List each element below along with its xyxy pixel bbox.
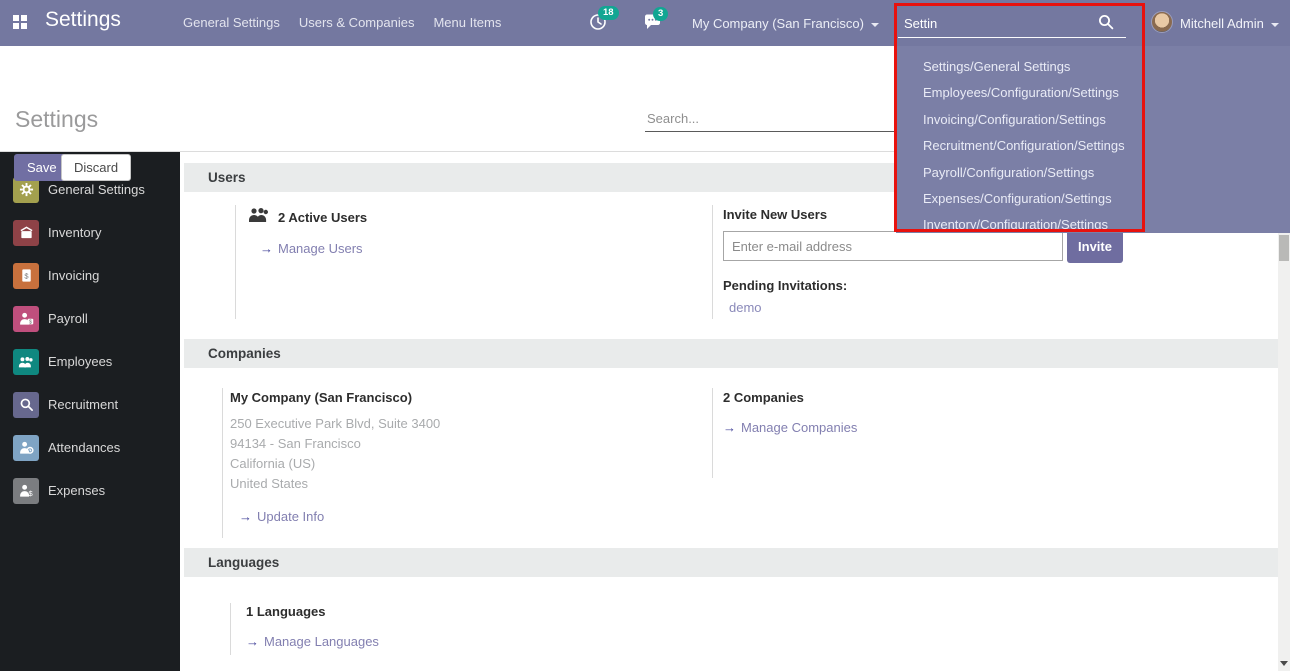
- user-menu[interactable]: Mitchell Admin: [1180, 16, 1279, 31]
- search-result-item[interactable]: Employees/Configuration/Settings: [923, 80, 1290, 106]
- arrow-right-icon: →: [260, 241, 273, 256]
- manage-companies-link[interactable]: → Manage Companies: [723, 420, 1278, 435]
- sidebar-item-payroll[interactable]: $ Payroll: [0, 297, 180, 340]
- menu-general-settings[interactable]: General Settings: [183, 15, 280, 30]
- company-name: My Company (San Francisco): [230, 390, 712, 405]
- sidebar-item-label: Payroll: [48, 311, 88, 326]
- search-result-item[interactable]: Recruitment/Configuration/Settings: [923, 133, 1290, 159]
- attendance-icon: [13, 435, 39, 461]
- magnifier-icon: [13, 392, 39, 418]
- sidebar-item-expenses[interactable]: $ Expenses: [0, 469, 180, 512]
- menu-menu-items[interactable]: Menu Items: [433, 15, 501, 30]
- svg-text:$: $: [28, 489, 33, 498]
- address-line: United States: [230, 474, 712, 494]
- messages-chat-icon[interactable]: 3: [644, 14, 662, 35]
- employees-group-icon: [13, 349, 39, 375]
- navbar-search-input[interactable]: [898, 10, 1126, 38]
- languages-count: 1 Languages: [246, 604, 730, 619]
- sidebar-item-employees[interactable]: Employees: [0, 340, 180, 383]
- search-icon[interactable]: [1098, 14, 1114, 35]
- search-results-dropdown: Settings/General Settings Employees/Conf…: [896, 46, 1290, 233]
- address-line: California (US): [230, 454, 712, 474]
- sidebar-item-label: General Settings: [48, 182, 145, 197]
- manage-languages-label: Manage Languages: [264, 634, 379, 649]
- odoo-settings-screen: Settings General Settings Users & Compan…: [0, 0, 1290, 671]
- sidebar-item-invoicing[interactable]: $ Invoicing: [0, 254, 180, 297]
- user-avatar[interactable]: [1151, 11, 1173, 33]
- invoice-icon: $: [13, 263, 39, 289]
- svg-text:$: $: [29, 319, 32, 325]
- company-info-box: My Company (San Francisco) 250 Executive…: [222, 388, 712, 538]
- chevron-down-icon: [871, 23, 879, 27]
- apps-grid-icon[interactable]: [13, 15, 27, 29]
- address-line: 94134 - San Francisco: [230, 434, 712, 454]
- active-users-count: 2 Active Users: [278, 210, 367, 225]
- content-search-input[interactable]: [645, 106, 895, 132]
- sidebar-item-label: Attendances: [48, 440, 120, 455]
- section-header-languages: Languages: [184, 548, 1278, 577]
- pending-invitations-title: Pending Invitations:: [723, 278, 1278, 293]
- manage-users-link[interactable]: → Manage Users: [260, 241, 712, 256]
- arrow-right-icon: →: [246, 634, 259, 649]
- page-title: Settings: [15, 106, 98, 133]
- app-brand-title[interactable]: Settings: [45, 8, 121, 32]
- scrollbar-down-arrow-icon[interactable]: [1280, 661, 1288, 666]
- top-navbar: Settings General Settings Users & Compan…: [0, 0, 1290, 46]
- search-result-item[interactable]: Payroll/Configuration/Settings: [923, 160, 1290, 186]
- messages-badge: 3: [653, 7, 668, 21]
- sidebar-item-label: Recruitment: [48, 397, 118, 412]
- users-group-icon: [248, 207, 270, 228]
- languages-box: 1 Languages → Manage Languages: [230, 603, 730, 655]
- address-line: 250 Executive Park Blvd, Suite 3400: [230, 414, 712, 434]
- search-result-item[interactable]: Expenses/Configuration/Settings: [923, 186, 1290, 212]
- company-switcher[interactable]: My Company (San Francisco): [692, 16, 879, 31]
- arrow-right-icon: →: [239, 509, 252, 524]
- active-users-box: 2 Active Users → Manage Users: [235, 205, 712, 319]
- activities-badge: 18: [598, 6, 619, 20]
- languages-section: 1 Languages → Manage Languages: [180, 603, 1290, 655]
- search-result-item[interactable]: Inventory/Configuration/Settings: [923, 212, 1290, 238]
- update-info-label: Update Info: [257, 509, 324, 524]
- sidebar-item-inventory[interactable]: Inventory: [0, 211, 180, 254]
- company-address: 250 Executive Park Blvd, Suite 3400 9413…: [230, 414, 712, 494]
- sidebar-item-recruitment[interactable]: Recruitment: [0, 383, 180, 426]
- menu-users-companies[interactable]: Users & Companies: [299, 15, 415, 30]
- user-menu-label: Mitchell Admin: [1180, 16, 1264, 31]
- sidebar-item-label: Invoicing: [48, 268, 99, 283]
- chevron-down-icon: [1271, 23, 1279, 27]
- vertical-scrollbar[interactable]: [1278, 233, 1290, 671]
- manage-users-label: Manage Users: [278, 241, 363, 256]
- expenses-icon: $: [13, 478, 39, 504]
- sidebar-item-label: Employees: [48, 354, 112, 369]
- sidebar-item-attendances[interactable]: Attendances: [0, 426, 180, 469]
- section-header-companies: Companies: [184, 339, 1278, 368]
- search-result-item[interactable]: Settings/General Settings: [923, 54, 1290, 80]
- companies-section: My Company (San Francisco) 250 Executive…: [180, 388, 1290, 538]
- activities-clock-icon[interactable]: 18: [589, 13, 607, 36]
- arrow-right-icon: →: [723, 420, 736, 435]
- payroll-icon: $: [13, 306, 39, 332]
- sidebar-item-label: Expenses: [48, 483, 105, 498]
- pending-user-link[interactable]: demo: [729, 300, 1278, 315]
- sidebar-item-label: Inventory: [48, 225, 101, 240]
- companies-count: 2 Companies: [723, 390, 1278, 405]
- update-info-link[interactable]: → Update Info: [239, 509, 712, 524]
- settings-sidebar: General Settings Inventory $ Invoicing $…: [0, 152, 180, 671]
- box-icon: [13, 220, 39, 246]
- companies-count-box: 2 Companies → Manage Companies: [712, 388, 1290, 478]
- scrollbar-thumb[interactable]: [1279, 235, 1289, 261]
- manage-companies-label: Manage Companies: [741, 420, 857, 435]
- company-switcher-label: My Company (San Francisco): [692, 16, 864, 31]
- discard-button[interactable]: Discard: [61, 154, 131, 181]
- search-result-item[interactable]: Invoicing/Configuration/Settings: [923, 107, 1290, 133]
- navbar-menus: General Settings Users & Companies Menu …: [183, 15, 501, 30]
- manage-languages-link[interactable]: → Manage Languages: [246, 634, 730, 649]
